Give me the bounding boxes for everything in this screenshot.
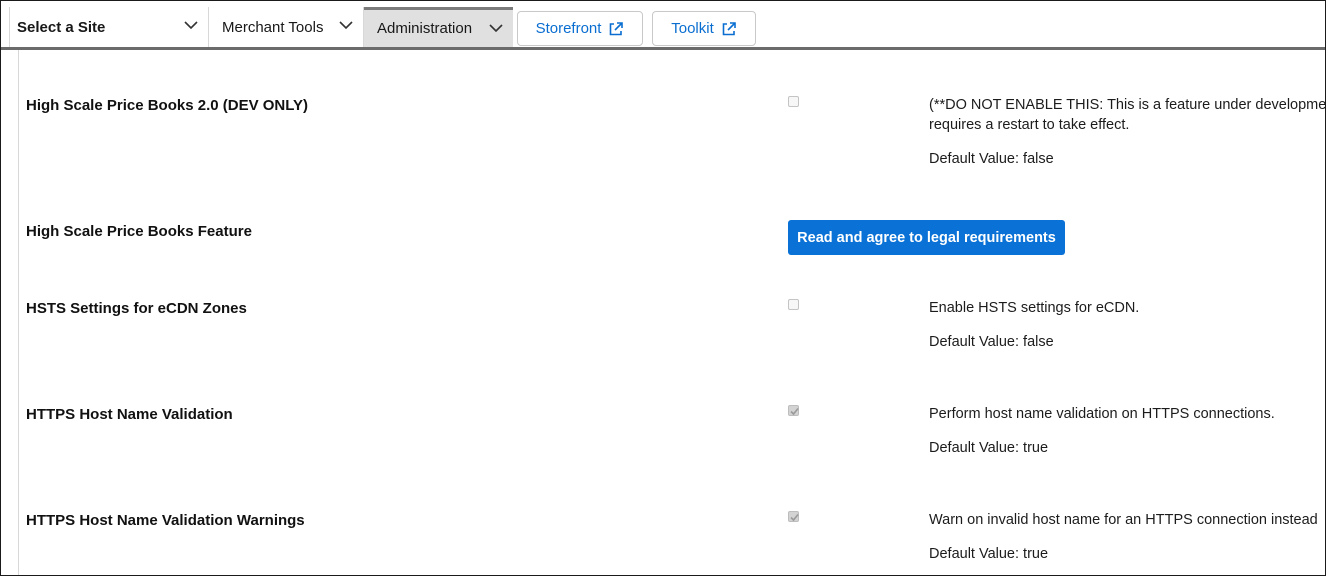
preference-checkbox[interactable]: [788, 299, 799, 310]
storefront-button[interactable]: Storefront: [517, 11, 643, 46]
chevron-down-icon: [184, 21, 198, 30]
chevron-down-icon: [339, 21, 353, 30]
page-frame: Select a Site Merchant Tools Administrat…: [0, 0, 1326, 576]
default-value: Default Value: true: [929, 546, 1049, 562]
administration-menu[interactable]: Administration: [364, 7, 513, 47]
top-navigation-bar: Select a Site Merchant Tools Administrat…: [1, 1, 1325, 50]
preference-description: Warn on invalid host name for an HTTPS c…: [929, 512, 1318, 528]
check-icon: [790, 513, 799, 522]
preference-checkbox[interactable]: [788, 511, 799, 522]
site-selector[interactable]: Select a Site: [9, 7, 209, 47]
toolkit-label: Toolkit: [671, 20, 714, 37]
preference-name: HTTPS Host Name Validation: [26, 406, 233, 423]
storefront-label: Storefront: [535, 20, 602, 37]
default-value: Default Value: true: [929, 440, 1049, 456]
description-line: requires a restart to take effect.: [929, 117, 1130, 133]
description-line: (**DO NOT ENABLE THIS: This is a feature…: [929, 97, 1326, 113]
preferences-list: High Scale Price Books 2.0 (DEV ONLY) (*…: [18, 50, 1325, 575]
administration-label: Administration: [377, 20, 473, 37]
preference-description: Perform host name validation on HTTPS co…: [929, 406, 1275, 422]
preference-checkbox[interactable]: [788, 405, 799, 416]
check-icon: [790, 407, 799, 416]
preference-name: HTTPS Host Name Validation Warnings: [26, 512, 305, 529]
default-value: Default Value: false: [929, 151, 1054, 167]
legal-requirements-button[interactable]: Read and agree to legal requirements: [788, 220, 1065, 255]
external-link-icon: [722, 21, 736, 35]
preference-name: HSTS Settings for eCDN Zones: [26, 300, 247, 317]
preference-description: Enable HSTS settings for eCDN.: [929, 300, 1140, 316]
site-selector-label: Select a Site: [17, 18, 106, 36]
preference-name: High Scale Price Books 2.0 (DEV ONLY): [26, 97, 309, 114]
preference-description: (**DO NOT ENABLE THIS: This is a feature…: [929, 95, 1326, 135]
preference-name: High Scale Price Books Feature: [26, 223, 252, 240]
toolkit-button[interactable]: Toolkit: [652, 11, 756, 46]
default-value: Default Value: false: [929, 334, 1054, 350]
merchant-tools-label: Merchant Tools: [222, 18, 324, 36]
merchant-tools-menu[interactable]: Merchant Tools: [209, 7, 364, 47]
external-link-icon: [610, 21, 624, 35]
chevron-down-icon: [489, 24, 503, 33]
preference-checkbox[interactable]: [788, 96, 799, 107]
